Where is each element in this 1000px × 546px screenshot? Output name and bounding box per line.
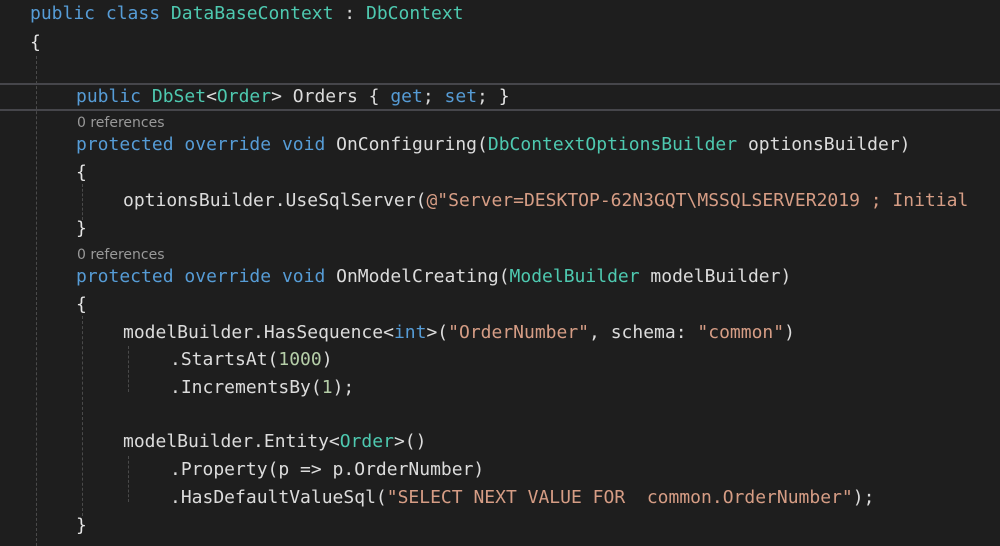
number-literal: 1000 — [278, 349, 322, 370]
code-line-close-brace[interactable]: } — [76, 216, 87, 242]
keyword-protected: protected — [76, 266, 174, 287]
open-brace: { — [30, 32, 41, 53]
indent-guide — [128, 456, 129, 502]
parameter: optionsBuilder) — [737, 134, 911, 155]
method-call: optionsBuilder.UseSqlServer( — [123, 190, 427, 211]
paren-close: ); — [332, 377, 355, 398]
type-model-builder: ModelBuilder — [509, 266, 640, 287]
indent-guide — [82, 184, 83, 220]
open-brace: { — [76, 294, 87, 315]
keyword-int: int — [393, 322, 427, 343]
keyword-get: get — [390, 86, 423, 107]
code-line-open-brace[interactable]: { — [30, 30, 41, 56]
close-brace: } — [498, 86, 510, 107]
code-line-class-declaration[interactable]: public class DataBaseContext : DbContext — [30, 1, 464, 27]
class-name: DataBaseContext — [170, 3, 334, 24]
type-order: Order — [339, 431, 394, 452]
method-call: .IncrementsBy( — [170, 377, 322, 398]
type-order: Order — [216, 86, 272, 107]
generic-close: > — [393, 431, 405, 452]
keyword-public: public — [76, 86, 142, 107]
code-line-close-brace[interactable]: } — [76, 513, 87, 539]
string-common: "common" — [697, 322, 785, 343]
code-line-has-default-value-sql[interactable]: .HasDefaultValueSql("SELECT NEXT VALUE F… — [170, 485, 874, 511]
generic-close: > — [271, 86, 282, 107]
keyword-void: void — [281, 266, 326, 287]
code-line-increments-by[interactable]: .IncrementsBy(1); — [170, 375, 354, 401]
property-name: Orders { — [281, 86, 391, 107]
codelens-references[interactable]: 0 references — [77, 114, 165, 132]
connection-string: @"Server=DESKTOP-62N3GQT\MSSQLSERVER2019… — [426, 190, 969, 211]
method-call: .HasDefaultValueSql( — [170, 487, 387, 508]
code-line-entity[interactable]: modelBuilder.Entity<Order>() — [123, 429, 426, 455]
base-class-name: DbContext — [365, 3, 464, 24]
close-brace: } — [76, 515, 87, 536]
code-line-onconfiguring[interactable]: protected override void OnConfiguring(Db… — [76, 132, 911, 158]
keyword-public: public — [30, 3, 96, 24]
keyword-protected: protected — [76, 134, 174, 155]
method-name: OnModelCreating( — [325, 266, 510, 287]
keyword-void: void — [281, 134, 326, 155]
open-brace: { — [76, 162, 87, 183]
paren-pair: () — [404, 431, 427, 452]
generic-open: < — [383, 322, 394, 343]
code-line-use-sql-server[interactable]: optionsBuilder.UseSqlServer(@"Server=DES… — [123, 188, 968, 214]
named-argument-schema: , schema: — [589, 322, 698, 343]
close-brace: } — [76, 218, 87, 239]
method-name: OnConfiguring( — [325, 134, 488, 155]
generic-close: > — [426, 322, 438, 343]
indent-guide — [128, 346, 129, 392]
parameter: modelBuilder) — [639, 266, 792, 287]
number-literal: 1 — [321, 377, 333, 398]
type-options-builder: DbContextOptionsBuilder — [487, 134, 738, 155]
code-line-starts-at[interactable]: .StartsAt(1000) — [170, 347, 333, 373]
paren-open: ( — [437, 322, 449, 343]
paren-close: ) — [784, 322, 795, 343]
paren-close: ); — [852, 487, 875, 508]
semicolon: ; — [422, 86, 445, 107]
inheritance-colon: : — [333, 3, 366, 24]
indent-guide — [36, 56, 37, 546]
method-call: .StartsAt( — [170, 349, 279, 370]
indent-guide — [82, 316, 83, 516]
keyword-override: override — [184, 266, 272, 287]
type-dbset: DbSet — [151, 86, 207, 107]
code-line-open-brace[interactable]: { — [76, 292, 87, 318]
keyword-set: set — [444, 86, 478, 107]
keyword-class: class — [105, 3, 161, 24]
code-line-onmodelcreating[interactable]: protected override void OnModelCreating(… — [76, 264, 791, 290]
code-line-open-brace[interactable]: { — [76, 160, 87, 186]
codelens-references[interactable]: 0 references — [77, 246, 165, 264]
method-call: modelBuilder.Entity — [123, 431, 329, 452]
code-line-orders-property[interactable]: public DbSet<Order> Orders { get; set; } — [76, 84, 510, 110]
sql-string: "SELECT NEXT VALUE FOR common.OrderNumbe… — [386, 487, 853, 508]
keyword-override: override — [184, 134, 272, 155]
code-line-has-sequence[interactable]: modelBuilder.HasSequence<int>("OrderNumb… — [123, 320, 795, 346]
generic-open: < — [328, 431, 340, 452]
semicolon: ; — [477, 86, 499, 107]
generic-open: < — [206, 86, 217, 107]
paren-close: ) — [321, 349, 333, 370]
string-order-number: "OrderNumber" — [448, 322, 590, 343]
method-call: modelBuilder.HasSequence — [123, 322, 384, 343]
code-line-property[interactable]: .Property(p => p.OrderNumber) — [170, 457, 484, 483]
code-editor[interactable]: public class DataBaseContext : DbContext… — [0, 0, 1000, 546]
method-call: .Property(p => p.OrderNumber) — [170, 459, 485, 480]
